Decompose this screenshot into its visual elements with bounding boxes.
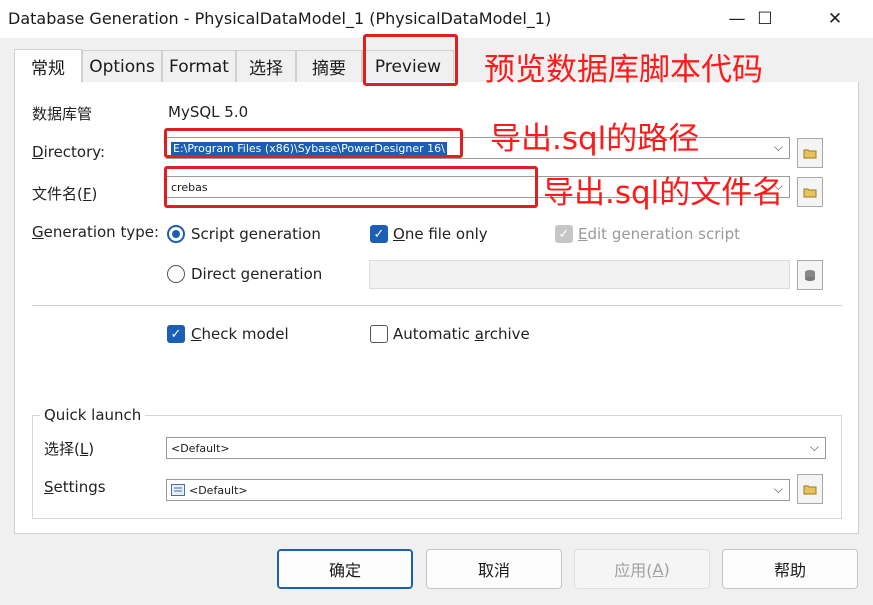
filename-highlight-box — [164, 166, 538, 208]
folder-icon — [803, 188, 817, 197]
preview-annotation: 预览数据库脚本代码 — [484, 52, 763, 88]
one-file-only-checkbox[interactable]: ✓ — [370, 225, 388, 243]
directory-label: Directory: — [32, 143, 106, 161]
one-file-only-label[interactable]: One file only — [393, 225, 488, 243]
edit-script-checkbox: ✓ — [555, 225, 573, 243]
tab-general[interactable]: 常规 — [14, 49, 82, 83]
maximize-button[interactable]: ☐ — [742, 4, 788, 34]
folder-icon — [803, 149, 817, 158]
script-generation-radio[interactable] — [167, 225, 185, 243]
tab-options[interactable]: Options — [82, 50, 162, 82]
window-title: Database Generation - PhysicalDataModel_… — [8, 9, 552, 28]
select-value: <Default> — [171, 441, 230, 455]
browse-file-button[interactable] — [797, 177, 823, 207]
quick-launch-group — [32, 415, 842, 519]
data-source-field — [369, 260, 790, 289]
automatic-archive-label[interactable]: Automatic archive — [393, 325, 530, 343]
browse-settings-button[interactable] — [797, 474, 823, 504]
tab-select[interactable]: 选择 — [236, 50, 296, 82]
connect-database-button[interactable] — [797, 260, 823, 290]
preview-highlight-box — [363, 34, 458, 86]
directory-annotation: 导出.sql的路径 — [490, 121, 700, 157]
settings-label: Settings — [44, 478, 106, 496]
browse-directory-button[interactable] — [797, 138, 823, 168]
select-label: 选择(L) — [44, 440, 95, 458]
chevron-down-icon[interactable]: ⌵ — [810, 440, 819, 455]
tab-summary[interactable]: 摘要 — [296, 50, 362, 82]
settings-list-icon — [171, 484, 185, 496]
automatic-archive-checkbox[interactable] — [370, 325, 388, 343]
check-model-checkbox[interactable]: ✓ — [167, 325, 185, 343]
quick-launch-label: Quick launch — [40, 406, 146, 424]
apply-button[interactable]: 应用(A) — [574, 549, 710, 589]
settings-value: <Default> — [189, 483, 248, 497]
direct-generation-radio[interactable] — [167, 265, 185, 283]
select-combo[interactable]: <Default> ⌵ — [166, 437, 826, 459]
chevron-down-icon[interactable]: ⌵ — [774, 140, 783, 155]
dbms-label: 数据库管 — [32, 105, 93, 123]
edit-script-label: Edit generation script — [578, 225, 740, 243]
check-model-label[interactable]: Check model — [191, 325, 289, 343]
filename-annotation: 导出.sql的文件名 — [543, 175, 784, 211]
generation-type-label: Generation type: — [32, 223, 160, 241]
separator — [32, 305, 842, 306]
cancel-button[interactable]: 取消 — [426, 549, 562, 589]
close-button[interactable]: ✕ — [812, 4, 858, 34]
database-icon — [805, 270, 815, 281]
dbms-value: MySQL 5.0 — [168, 103, 249, 121]
folder-icon — [803, 485, 817, 494]
chevron-down-icon[interactable]: ⌵ — [774, 482, 783, 497]
title-bar: Database Generation - PhysicalDataModel_… — [0, 0, 873, 38]
tab-format[interactable]: Format — [162, 50, 236, 82]
directory-highlight-box — [164, 128, 463, 158]
direct-generation-label[interactable]: Direct generation — [191, 265, 322, 283]
ok-button[interactable]: 确定 — [277, 549, 413, 589]
filename-label: 文件名(F) — [32, 185, 98, 203]
help-button[interactable]: 帮助 — [722, 549, 858, 589]
script-generation-label[interactable]: Script generation — [191, 225, 321, 243]
settings-combo[interactable]: <Default> ⌵ — [166, 479, 790, 501]
